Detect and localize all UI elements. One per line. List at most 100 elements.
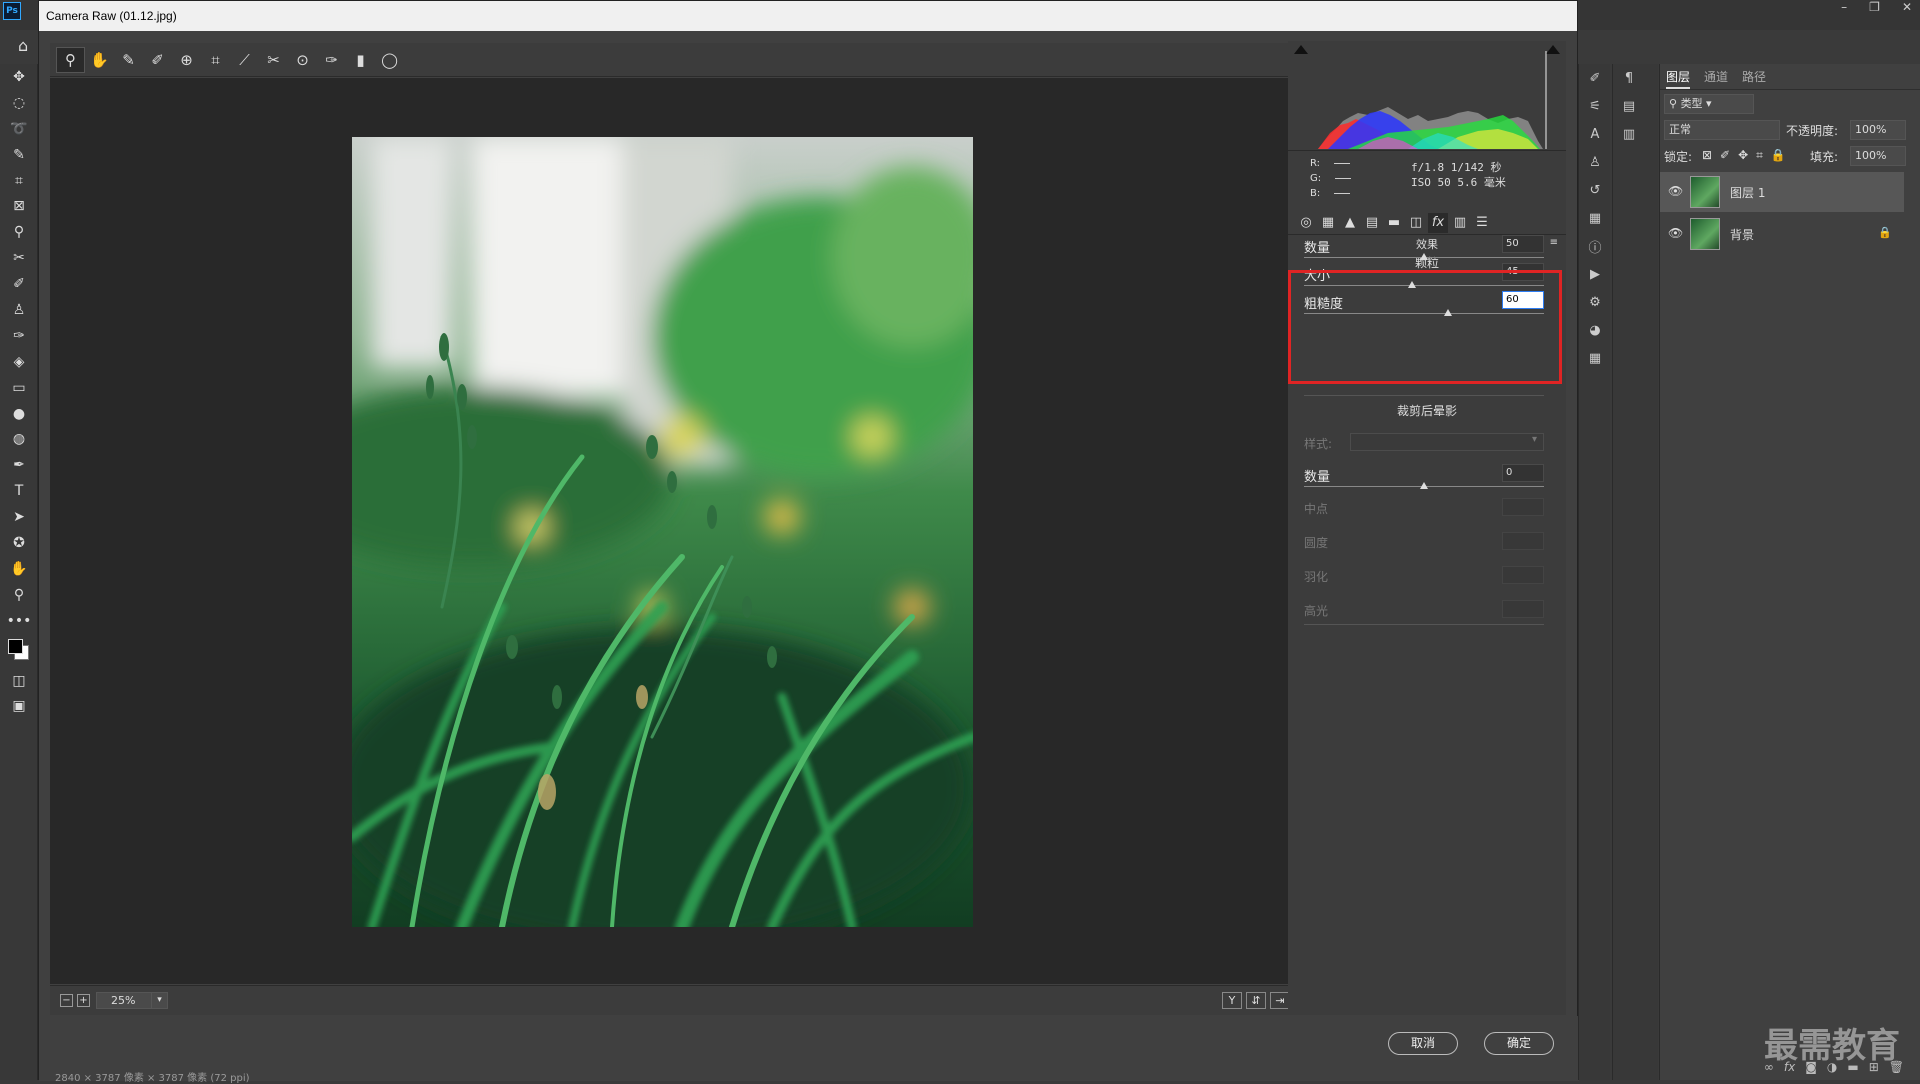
table-icon[interactable]: ▦ xyxy=(1579,344,1611,372)
hand-icon[interactable]: ✋ xyxy=(85,47,114,73)
properties-icon[interactable]: ⚙ xyxy=(1579,288,1611,316)
blend-row: 正常 不透明度: 100% xyxy=(1660,120,1920,144)
close-button[interactable]: ✕ xyxy=(1902,0,1912,18)
zoom-level-select[interactable]: 25% ▾ xyxy=(96,992,168,1009)
brush-tool-icon[interactable]: ✐ xyxy=(0,271,38,297)
layer-row[interactable]: 👁 背景 🔒 xyxy=(1660,214,1904,254)
grain-amount-input[interactable]: 50 xyxy=(1502,235,1544,253)
ok-button[interactable]: 确定 xyxy=(1484,1032,1554,1055)
quick-mask-icon[interactable]: ◫ xyxy=(0,668,38,694)
dodge-tool-icon[interactable]: ◍ xyxy=(0,426,38,452)
layer-filter-value: 类型 xyxy=(1680,97,1703,110)
grain-amount-thumb[interactable] xyxy=(1420,253,1428,260)
restore-button[interactable]: ❐ xyxy=(1869,0,1880,18)
crop-tool-icon[interactable]: ⌗ xyxy=(0,168,38,194)
hsl-tab-icon[interactable]: ▤ xyxy=(1362,213,1382,233)
eye-icon[interactable]: 👁 xyxy=(1668,184,1683,198)
targeted-adjust-icon[interactable]: ⊕ xyxy=(172,47,201,73)
split-toning-tab-icon[interactable]: ▬ xyxy=(1384,213,1404,233)
zoom-in-button[interactable]: + xyxy=(77,994,90,1007)
copy-settings-icon[interactable]: ⇥ xyxy=(1270,992,1290,1009)
tab-paths[interactable]: 路径 xyxy=(1742,64,1766,89)
opacity-input[interactable]: 100% xyxy=(1850,120,1906,140)
layer-comps-icon[interactable]: ▤ xyxy=(1613,92,1645,120)
zoom-tool-icon[interactable]: ⚲ xyxy=(0,582,38,608)
history-brush-icon[interactable]: ✑ xyxy=(0,323,38,349)
zoom-icon[interactable]: ⚲ xyxy=(56,46,85,73)
blur-tool-icon[interactable]: ● xyxy=(0,401,38,427)
foreground-color[interactable] xyxy=(8,638,23,654)
red-eye-icon[interactable]: ⊙ xyxy=(288,47,317,73)
type-tool-icon[interactable]: T xyxy=(0,478,38,504)
eyedropper-tool-icon[interactable]: ⚲ xyxy=(0,219,38,245)
layer-row[interactable]: 👁 图层 1 xyxy=(1660,172,1904,212)
adjustments-icon[interactable]: ⚟ xyxy=(1579,92,1611,120)
image-preview[interactable] xyxy=(50,78,1320,984)
swap-settings-icon[interactable]: ⇵ xyxy=(1246,992,1266,1009)
screen-mode-icon[interactable]: ▣ xyxy=(0,693,38,719)
effects-tab-icon[interactable]: fx xyxy=(1428,213,1448,233)
lasso-tool-icon[interactable]: ➰ xyxy=(0,116,38,142)
layers-panel: 图层 通道 路径 ⚲ 类型 ▾ 正常 不透明度: 100% 锁定: ⊠✐✥⌗🔒 … xyxy=(1659,64,1920,1080)
panel-menu-icon[interactable]: ≡ xyxy=(1550,237,1558,248)
brush-settings-icon[interactable]: ✐ xyxy=(1579,64,1611,92)
basic-tab-icon[interactable]: ◎ xyxy=(1296,213,1316,233)
paragraph-icon[interactable]: ¶ xyxy=(1613,64,1645,92)
cancel-button[interactable]: 取消 xyxy=(1388,1032,1458,1055)
straighten-icon[interactable]: ⟋ xyxy=(230,47,259,73)
tone-curve-tab-icon[interactable]: ▦ xyxy=(1318,213,1338,233)
path-select-icon[interactable]: ➤ xyxy=(0,504,38,530)
home-icon[interactable]: ⌂ xyxy=(18,36,28,55)
before-after-toggle-icon[interactable]: Y xyxy=(1222,992,1242,1009)
stamp-tool-icon[interactable]: ♙ xyxy=(0,297,38,323)
lock-icons[interactable]: ⊠✐✥⌗🔒 xyxy=(1702,148,1794,163)
actions-icon[interactable]: ▶ xyxy=(1579,260,1611,288)
watermark: 最需教育 xyxy=(1764,1026,1900,1066)
pen-tool-icon[interactable]: ✒ xyxy=(0,452,38,478)
more-tools-icon[interactable]: ••• xyxy=(0,608,38,634)
libraries-icon[interactable]: ▦ xyxy=(1579,204,1611,232)
lens-tab-icon[interactable]: ◫ xyxy=(1406,213,1426,233)
brush-icon[interactable]: ✑ xyxy=(317,47,346,73)
layer-name: 背景 xyxy=(1730,228,1755,242)
frame-tool-icon[interactable]: ⊠ xyxy=(0,193,38,219)
tab-layers[interactable]: 图层 xyxy=(1666,64,1691,89)
vignette-amount-thumb[interactable] xyxy=(1420,482,1428,489)
graduated-filter-icon[interactable]: ▮ xyxy=(346,47,375,73)
layer-filter-select[interactable]: ⚲ 类型 ▾ xyxy=(1664,94,1754,114)
move-tool-icon[interactable]: ✥ xyxy=(0,64,38,90)
marquee-tool-icon[interactable]: ◌ xyxy=(0,90,38,116)
fill-input[interactable]: 100% xyxy=(1850,146,1906,166)
gradient-tool-icon[interactable]: ▭ xyxy=(0,375,38,401)
color-sampler-icon[interactable]: ✐ xyxy=(143,47,172,73)
vignette-midpoint-row: 中点 xyxy=(1304,496,1544,530)
vignette-amount-row: 数量 0 xyxy=(1304,462,1544,496)
hand-tool-icon[interactable]: ✋ xyxy=(0,556,38,582)
calibration-tab-icon[interactable]: ▥ xyxy=(1450,213,1470,233)
history-icon[interactable]: ↺ xyxy=(1579,176,1611,204)
tab-channels[interactable]: 通道 xyxy=(1704,64,1728,89)
vignette-style-select[interactable]: ▾ xyxy=(1350,433,1544,451)
blend-mode-select[interactable]: 正常 xyxy=(1664,120,1780,140)
shape-tool-icon[interactable]: ✪ xyxy=(0,530,38,556)
color-swatches[interactable] xyxy=(0,634,38,668)
minimize-button[interactable]: – xyxy=(1841,0,1847,18)
crop-icon[interactable]: ⌗ xyxy=(201,47,230,73)
radial-filter-icon[interactable]: ◯ xyxy=(375,47,404,73)
detail-tab-icon[interactable]: ▲ xyxy=(1340,213,1360,233)
healing-tool-icon[interactable]: ✂ xyxy=(0,245,38,271)
white-balance-icon[interactable]: ✎ xyxy=(114,47,143,73)
clone-source-icon[interactable]: ♙ xyxy=(1579,148,1611,176)
notes-icon[interactable]: ▥ xyxy=(1613,120,1645,148)
photo-grass xyxy=(352,137,973,927)
zoom-out-button[interactable]: − xyxy=(60,994,73,1007)
eraser-tool-icon[interactable]: ◈ xyxy=(0,349,38,375)
presets-tab-icon[interactable]: ☰ xyxy=(1472,213,1492,233)
quick-select-tool-icon[interactable]: ✎ xyxy=(0,142,38,168)
spot-removal-icon[interactable]: ✂ xyxy=(259,47,288,73)
swatches-icon[interactable]: ◕ xyxy=(1579,316,1611,344)
vignette-amount-input[interactable]: 0 xyxy=(1502,464,1544,482)
info-icon[interactable]: ⓘ xyxy=(1579,232,1611,260)
character-icon[interactable]: A xyxy=(1579,120,1611,148)
eye-icon[interactable]: 👁 xyxy=(1668,226,1683,240)
